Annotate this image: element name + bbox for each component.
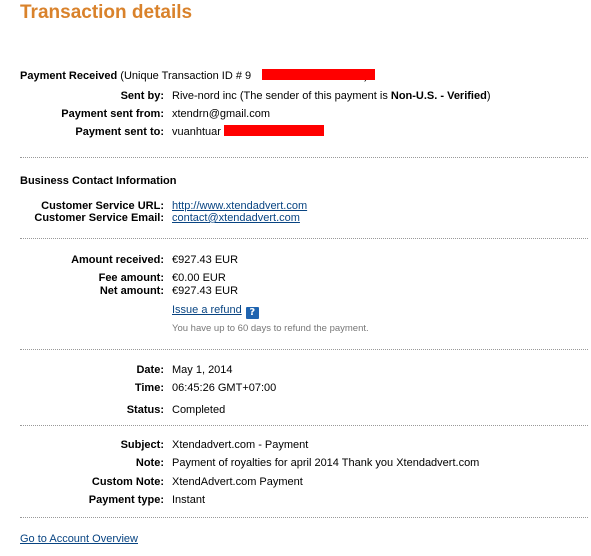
business-contact-heading: Business Contact Information bbox=[20, 175, 177, 187]
date-value: May 1, 2014 bbox=[172, 364, 233, 376]
date-label: Date: bbox=[136, 364, 164, 376]
issue-refund-link[interactable]: Issue a refund bbox=[172, 304, 242, 316]
status-value: Completed bbox=[172, 404, 226, 416]
page-title: Transaction details bbox=[20, 2, 193, 23]
net-amount-label: Net amount: bbox=[99, 285, 164, 297]
time-label: Time: bbox=[134, 382, 164, 394]
sent-by-value: Rive-nord inc (The sender of this paymen… bbox=[172, 90, 491, 102]
divider bbox=[20, 349, 588, 350]
sent-to-label: Payment sent to: bbox=[75, 126, 164, 138]
transaction-id-prefix: (Unique Transaction ID # 9 bbox=[120, 70, 252, 82]
divider bbox=[20, 157, 588, 158]
sent-by-text: Rive-nord inc (The sender of this paymen… bbox=[172, 90, 391, 102]
customer-service-url-link[interactable]: http://www.xtendadvert.com bbox=[172, 200, 307, 212]
amount-received-label: Amount received: bbox=[71, 254, 164, 266]
note-value: Payment of royalties for april 2014 Than… bbox=[172, 457, 480, 469]
status-label: Status: bbox=[126, 404, 164, 416]
account-overview-link[interactable]: Go to Account Overview bbox=[20, 533, 138, 545]
sent-from-value: xtendrn@gmail.com bbox=[172, 108, 270, 120]
net-amount-value: €927.43 EUR bbox=[172, 285, 239, 297]
fee-amount-value: €0.00 EUR bbox=[172, 272, 226, 284]
custom-note-label: Custom Note: bbox=[91, 476, 164, 488]
amount-received-value: €927.43 EUR bbox=[172, 254, 239, 266]
time-value: 06:45:26 GMT+07:00 bbox=[172, 382, 277, 394]
subject-value: Xtendadvert.com - Payment bbox=[172, 439, 309, 451]
payment-type-label: Payment type: bbox=[88, 494, 164, 506]
customer-service-email-link[interactable]: contact@xtendadvert.com bbox=[172, 212, 300, 224]
fee-amount-label: Fee amount: bbox=[98, 272, 164, 284]
sender-status: Non-U.S. - Verified bbox=[390, 90, 487, 102]
divider bbox=[20, 238, 588, 239]
refund-row: Issue a refund? bbox=[172, 304, 259, 319]
divider bbox=[20, 517, 588, 518]
sent-to-value: vuanhtuar bbox=[172, 126, 221, 138]
sent-from-label: Payment sent from: bbox=[61, 108, 164, 120]
recipient-redaction bbox=[224, 125, 324, 136]
help-icon[interactable]: ? bbox=[245, 307, 259, 319]
payment-received-heading: Payment Received bbox=[20, 70, 118, 82]
refund-note: You have up to 60 days to refund the pay… bbox=[172, 323, 369, 334]
customer-service-email-label: Customer Service Email: bbox=[34, 212, 164, 224]
sent-by-close: ) bbox=[486, 90, 491, 102]
customer-service-url-label: Customer Service URL: bbox=[41, 200, 164, 212]
note-label: Note: bbox=[135, 457, 164, 469]
sent-by-label: Sent by: bbox=[120, 90, 164, 102]
transaction-id-redaction bbox=[262, 69, 375, 80]
payment-type-value: Instant bbox=[172, 494, 206, 506]
custom-note-value: XtendAdvert.com Payment bbox=[172, 476, 303, 488]
divider bbox=[20, 425, 588, 426]
subject-label: Subject: bbox=[120, 439, 164, 451]
